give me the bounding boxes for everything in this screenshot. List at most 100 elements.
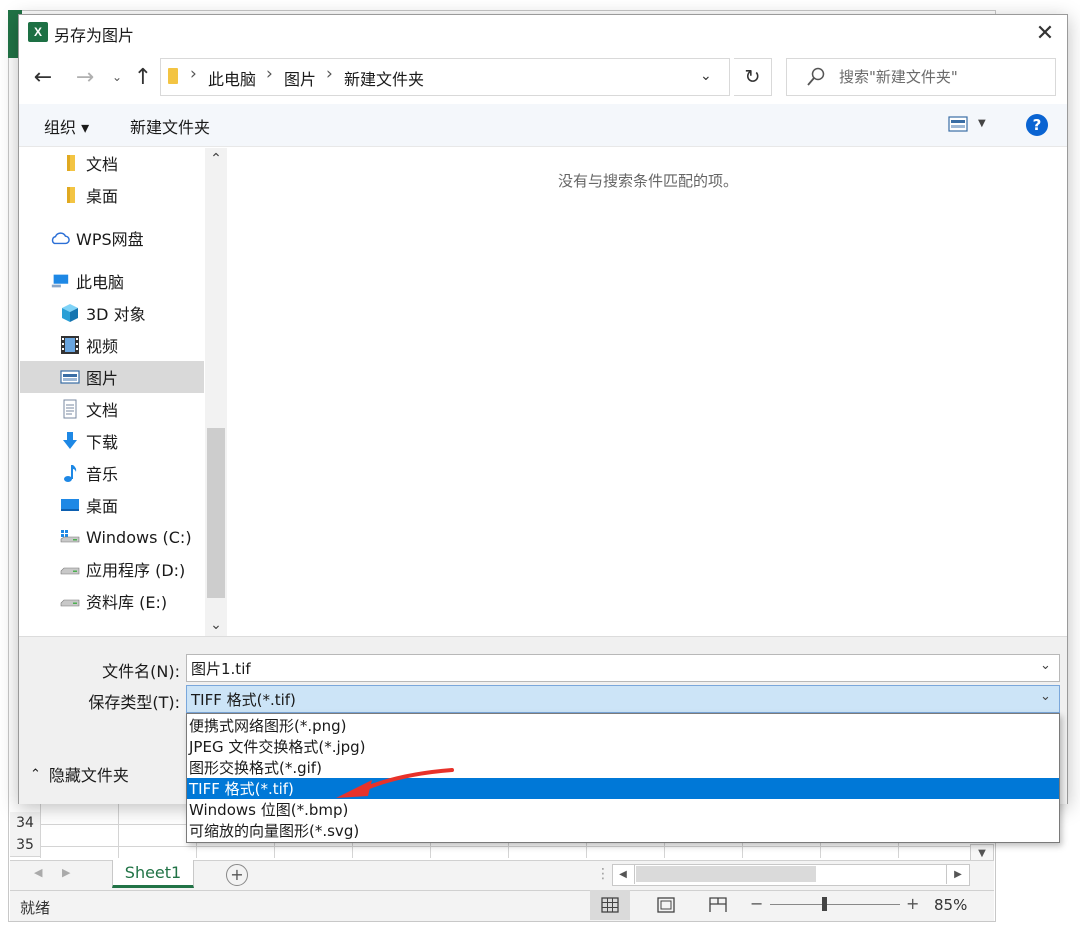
- search-input[interactable]: [786, 58, 1056, 96]
- filetype-option-tif[interactable]: TIFF 格式(*.tif): [187, 778, 1059, 799]
- horizontal-scroll-thumb[interactable]: [636, 866, 816, 882]
- forward-button[interactable]: →: [72, 64, 98, 90]
- sidebar-item-music[interactable]: 音乐: [20, 457, 204, 489]
- zoom-slider-track[interactable]: [770, 904, 900, 905]
- breadcrumb-separator[interactable]: ›: [190, 64, 197, 84]
- sidebar-item-desktop[interactable]: 桌面: [20, 179, 204, 211]
- sidebar-item-label: 桌面: [86, 497, 119, 516]
- sidebar-item-label: 下载: [86, 433, 119, 452]
- close-button[interactable]: ✕: [1030, 18, 1060, 48]
- breadcrumb-this-pc[interactable]: 此电脑: [208, 66, 256, 90]
- sidebar-item-pictures[interactable]: 图片: [20, 361, 204, 393]
- recent-locations-button[interactable]: ⌄: [104, 64, 130, 90]
- sidebar-item-videos[interactable]: 视频: [20, 329, 204, 361]
- breadcrumb-pictures[interactable]: 图片: [284, 66, 316, 90]
- sidebar-item-label: 文档: [86, 155, 119, 174]
- filetype-option-bmp[interactable]: Windows 位图(*.bmp): [187, 799, 1059, 820]
- filename-label: 文件名(N):: [102, 662, 180, 681]
- windows-drive-icon: [60, 528, 80, 546]
- normal-view-button[interactable]: [590, 890, 630, 920]
- music-icon: [60, 464, 80, 482]
- tab-scroll-left-icon[interactable]: ◀: [34, 866, 42, 879]
- zoom-slider-thumb[interactable]: [822, 897, 827, 911]
- zoom-out-button[interactable]: −: [750, 894, 763, 913]
- horizontal-scroll-left-button[interactable]: ◀: [612, 864, 635, 884]
- empty-results-message: 没有与搜索条件匹配的项。: [557, 172, 738, 190]
- desktop-icon: [60, 496, 80, 514]
- sidebar-item-label: 3D 对象: [86, 305, 146, 324]
- filetype-label: 保存类型(T):: [88, 693, 180, 712]
- pictures-icon: [60, 368, 80, 386]
- sidebar-item-label: WPS网盘: [76, 230, 144, 249]
- annotation-arrow-icon: [336, 768, 454, 798]
- zoom-level[interactable]: 85%: [934, 896, 967, 914]
- refresh-button[interactable]: ↻: [734, 58, 772, 96]
- sidebar-item-drive-c[interactable]: Windows (C:): [20, 521, 204, 553]
- chevron-up-icon: ⌃: [30, 766, 41, 782]
- cube-icon: [60, 304, 80, 322]
- sidebar-item-documents-2[interactable]: 文档: [20, 393, 204, 425]
- help-button[interactable]: ?: [1026, 114, 1048, 136]
- horizontal-scroll-right-button[interactable]: ▶: [946, 864, 969, 884]
- sidebar-item-label: 资料库 (E:): [86, 593, 168, 612]
- filetype-select[interactable]: TIFF 格式(*.tif): [186, 685, 1060, 713]
- filename-field[interactable]: [186, 654, 1060, 682]
- row-header-34[interactable]: 34: [10, 812, 40, 835]
- sidebar-item-label: 图片: [86, 369, 119, 388]
- filetype-option-gif[interactable]: 图形交换格式(*.gif): [187, 757, 1059, 778]
- address-dropdown-icon[interactable]: ⌄: [700, 68, 712, 84]
- splitter-handle-icon[interactable]: ⋮: [596, 866, 610, 882]
- grid-view-icon: [601, 897, 619, 913]
- sidebar-scroll-thumb[interactable]: [207, 428, 225, 598]
- sidebar-item-downloads[interactable]: 下载: [20, 425, 204, 457]
- page-break-icon: [709, 897, 727, 912]
- hide-folders-label: 隐藏文件夹: [48, 766, 129, 785]
- sidebar-item-label: 文档: [86, 401, 119, 420]
- add-sheet-button[interactable]: +: [226, 864, 248, 886]
- folder-icon: [60, 154, 80, 172]
- zoom-in-button[interactable]: +: [906, 894, 919, 913]
- video-icon: [60, 336, 80, 354]
- sidebar-item-3d-objects[interactable]: 3D 对象: [20, 297, 204, 329]
- filename-dropdown-icon[interactable]: ⌄: [1040, 658, 1051, 673]
- sidebar-item-label: 此电脑: [76, 273, 125, 292]
- filetype-option-jpg[interactable]: JPEG 文件交换格式(*.jpg): [187, 736, 1059, 757]
- up-button[interactable]: ↑: [130, 64, 156, 90]
- page-layout-icon: [657, 897, 675, 913]
- organize-button[interactable]: 组织 ▾: [44, 114, 89, 138]
- tab-scroll-right-icon[interactable]: ▶: [62, 866, 70, 879]
- sheet-tab-sheet1[interactable]: Sheet1: [112, 860, 194, 888]
- page-layout-view-button[interactable]: [646, 890, 686, 920]
- drive-icon: [60, 560, 80, 578]
- drive-icon: [60, 592, 80, 610]
- excel-app-icon: X: [28, 22, 48, 42]
- sidebar-item-desktop-2[interactable]: 桌面: [20, 489, 204, 521]
- sidebar-scroll-down-icon[interactable]: ⌄: [205, 616, 227, 634]
- sidebar-item-drive-e[interactable]: 资料库 (E:): [20, 585, 204, 617]
- document-icon: [60, 399, 80, 419]
- folder-icon: [168, 68, 178, 84]
- change-view-icon[interactable]: [948, 116, 968, 132]
- cloud-icon: [50, 229, 70, 247]
- back-button[interactable]: ←: [30, 64, 56, 90]
- breadcrumb-new-folder[interactable]: 新建文件夹: [344, 66, 424, 90]
- sidebar-item-drive-d[interactable]: 应用程序 (D:): [20, 553, 204, 585]
- filetype-option-svg[interactable]: 可缩放的向量图形(*.svg): [187, 820, 1059, 841]
- hide-folders-button[interactable]: ⌃ 隐藏文件夹: [30, 762, 129, 786]
- row-header-35[interactable]: 35: [10, 834, 40, 857]
- filetype-dropdown-icon[interactable]: ⌄: [1040, 689, 1051, 704]
- sidebar-item-label: 桌面: [86, 187, 119, 206]
- breadcrumb-separator[interactable]: ›: [326, 64, 333, 84]
- sidebar-item-wps-drive[interactable]: WPS网盘: [20, 222, 204, 254]
- sidebar-item-this-pc[interactable]: 此电脑: [20, 265, 204, 297]
- breadcrumb-separator[interactable]: ›: [266, 64, 273, 84]
- sidebar-item-documents[interactable]: 文档: [20, 147, 204, 179]
- new-folder-button[interactable]: 新建文件夹: [130, 114, 210, 138]
- filetype-option-png[interactable]: 便携式网络图形(*.png): [187, 715, 1059, 736]
- sidebar-scroll-up-icon[interactable]: ⌃: [205, 150, 227, 168]
- sidebar-item-label: Windows (C:): [86, 527, 192, 547]
- page-break-view-button[interactable]: [698, 890, 738, 920]
- view-options-dropdown-icon[interactable]: ▼: [978, 118, 986, 129]
- download-icon: [60, 432, 80, 450]
- sidebar-item-label: 应用程序 (D:): [86, 561, 186, 580]
